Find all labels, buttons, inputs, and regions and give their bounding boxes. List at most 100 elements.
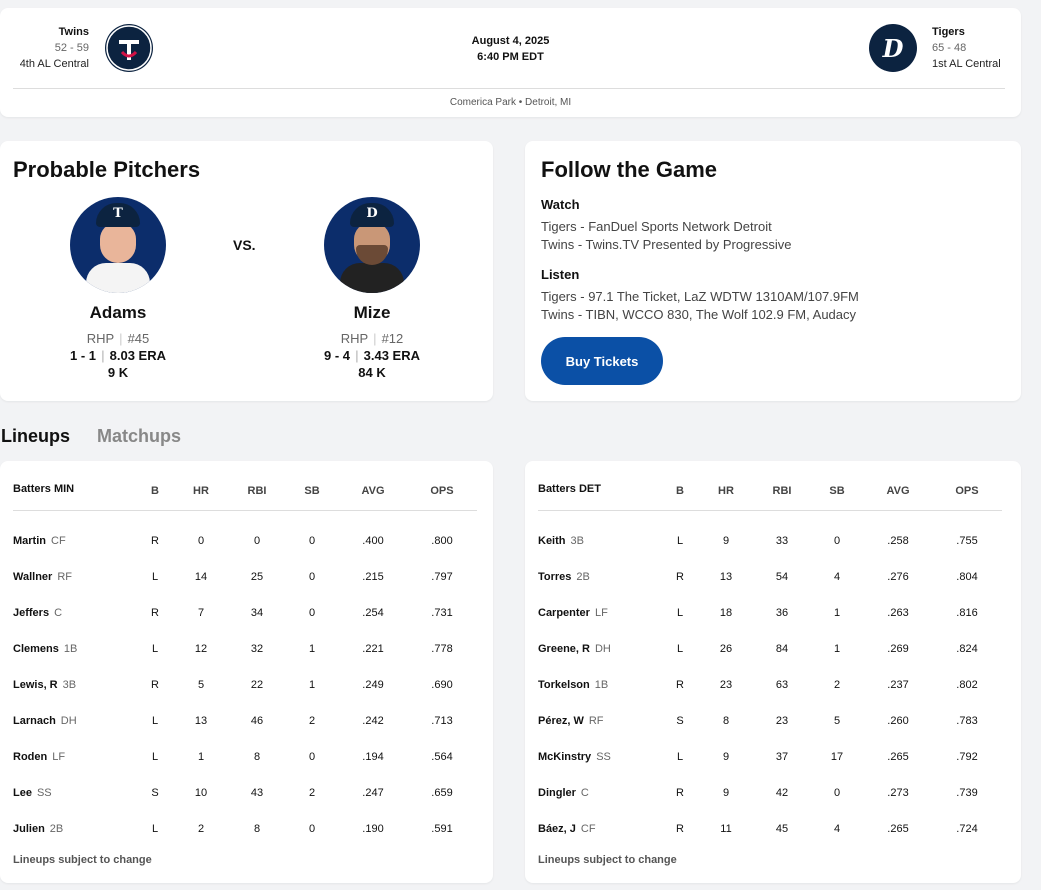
table-row[interactable]: Lee SS S 10 43 2.247.659 — [0, 787, 493, 807]
player-name[interactable]: Clemens 1B — [13, 643, 77, 655]
player-name-text[interactable]: McKinstry — [538, 751, 591, 763]
tab-lineups[interactable]: Lineups — [1, 426, 70, 447]
tab-matchups[interactable]: Matchups — [97, 426, 181, 447]
table-row[interactable]: Larnach DH L 13 46 2 .242 .713 — [0, 715, 493, 735]
stat-avg: .258 — [887, 535, 909, 547]
column-header-sb[interactable]: SB — [287, 485, 337, 497]
player-name-text[interactable]: Torres — [538, 571, 571, 583]
stat-hr: 9 — [722, 787, 730, 799]
player-name[interactable]: Torkelson 1B — [538, 679, 608, 691]
away-pitcher-headshot[interactable]: T — [70, 197, 166, 293]
player-name-text[interactable]: Dingler — [538, 787, 576, 799]
player-name[interactable]: Greene, R DH — [538, 643, 611, 655]
player-name-text[interactable]: Clemens — [13, 643, 59, 655]
home-team-info[interactable]: Tigers 65 - 48 1st AL Central — [932, 24, 1001, 72]
column-header-rbi[interactable]: RBI — [757, 485, 807, 497]
column-header-b[interactable]: B — [130, 485, 180, 497]
player-name-text[interactable]: Lewis, R — [13, 679, 58, 691]
stat-rbi: 22 — [250, 679, 264, 691]
table-row[interactable]: Julien 2B L 2 8 0 .190 .591 — [0, 823, 493, 843]
column-header-ops[interactable]: OPS — [942, 485, 992, 497]
stat-hr: 9 — [722, 751, 730, 763]
player-name[interactable]: Larnach DH — [13, 715, 77, 727]
stat-hr: 14 — [194, 571, 208, 583]
stat-ops: .804 — [956, 571, 978, 583]
column-header-avg[interactable]: AVG — [873, 485, 923, 497]
player-name[interactable]: Roden LF — [13, 751, 65, 763]
player-name-text[interactable]: Martin — [13, 535, 46, 547]
player-name[interactable]: Martin CF — [13, 535, 66, 547]
stat-b: R — [676, 571, 684, 583]
away-pitcher[interactable]: T Adams RHP | #45 1 - 1 | 8.03 ERA 9 K — [38, 197, 198, 380]
player-name[interactable]: Torres 2B — [538, 571, 590, 583]
player-name-text[interactable]: Pérez, W — [538, 715, 584, 727]
column-header-hr[interactable]: HR — [176, 485, 226, 497]
table-row[interactable]: Martin CF R 0 0 0 .400 .800 — [0, 535, 493, 555]
away-pitcher-name[interactable]: Adams — [38, 303, 198, 323]
player-name-text[interactable]: Julien — [13, 823, 45, 835]
player-name[interactable]: McKinstry SS — [538, 751, 611, 763]
player-name[interactable]: Báez, J CF — [538, 823, 596, 835]
player-name-text[interactable]: Larnach — [13, 715, 56, 727]
buy-tickets-button[interactable]: Buy Tickets — [541, 337, 663, 385]
stat-ops: .659 — [431, 787, 453, 799]
player-name-text[interactable]: Jeffers — [13, 607, 49, 619]
stat-hr: 1 — [197, 751, 205, 763]
table-row[interactable]: Báez, J CF R 11 45 4 .265 .724 — [525, 823, 1021, 843]
stat-sb: 2 — [308, 715, 316, 727]
player-name-text[interactable]: Carpenter — [538, 607, 590, 619]
player-name[interactable]: Keith 3B — [538, 535, 584, 547]
home-pitcher-headshot[interactable]: D — [324, 197, 420, 293]
away-pitcher-strikeouts: 9 K — [107, 365, 129, 380]
column-header-avg[interactable]: AVG — [348, 485, 398, 497]
table-row[interactable]: Carpenter LF L 18 36 1 .263 .816 — [525, 607, 1021, 627]
player-name[interactable]: Pérez, W RF — [538, 715, 604, 727]
player-name[interactable]: Lee SS — [13, 787, 52, 799]
player-name[interactable]: Lewis, R 3B — [13, 679, 76, 691]
table-row[interactable]: Pérez, W RF S 8 23 5 .260 .783 — [525, 715, 1021, 735]
table-row[interactable]: Jeffers C R 7 34 0 .254 .731 — [0, 607, 493, 627]
home-team-name: Tigers — [932, 26, 965, 38]
follow-title: Follow the Game — [541, 157, 718, 182]
player-name[interactable]: Dingler C — [538, 787, 589, 799]
table-row[interactable]: Roden LF L 1 8 0 .194 .564 — [0, 751, 493, 771]
player-name-text[interactable]: Lee — [13, 787, 32, 799]
column-header-hr[interactable]: HR — [701, 485, 751, 497]
column-header-ops[interactable]: OPS — [417, 485, 467, 497]
table-row[interactable]: McKinstry SS L 9 37 17 .265 .792 — [525, 751, 1021, 771]
stat-sb: 4 — [833, 823, 841, 835]
column-header-b[interactable]: B — [655, 485, 705, 497]
player-name-text[interactable]: Greene, R — [538, 643, 590, 655]
column-header-sb[interactable]: SB — [812, 485, 862, 497]
table-row[interactable]: Keith 3B L 9 33 0 .258 .755 — [525, 535, 1021, 555]
tigers-logo-icon[interactable]: D — [869, 24, 917, 72]
player-name-text[interactable]: Torkelson — [538, 679, 590, 691]
player-name[interactable]: Jeffers C — [13, 607, 62, 619]
table-row[interactable]: Greene, R DH L 26 84 1 .269 .824 — [525, 643, 1021, 663]
table-row[interactable]: Clemens 1B L 12 32 1 .221 .778 — [0, 643, 493, 663]
player-name[interactable]: Carpenter LF — [538, 607, 608, 619]
listen-item: Tigers - 97.1 The Ticket, LaZ WDTW 1310A… — [541, 289, 859, 304]
home-pitcher[interactable]: D Mize RHP | #12 9 - 4 | 3.43 ERA 84 K — [292, 197, 452, 380]
table-row[interactable]: Torres 2B R 13 54 4 .276 .804 — [525, 571, 1021, 591]
player-name[interactable]: Wallner RF — [13, 571, 72, 583]
column-header-rbi[interactable]: RBI — [232, 485, 282, 497]
player-position: DH — [594, 643, 611, 655]
stat-b: L — [151, 751, 159, 763]
table-row[interactable]: Wallner RF L 14 25 0 .215 .797 — [0, 571, 493, 591]
table-row[interactable]: Dingler C R 9 42 0 .273 .739 — [525, 787, 1021, 807]
player-name-text[interactable]: Wallner — [13, 571, 52, 583]
table-row[interactable]: Torkelson 1B R 23 63 2 .237 .802 — [525, 679, 1021, 699]
player-name[interactable]: Julien 2B — [13, 823, 63, 835]
probable-pitchers-title: Probable Pitchers — [13, 157, 201, 182]
player-name-text[interactable]: Roden — [13, 751, 47, 763]
player-name-text[interactable]: Keith — [538, 535, 566, 547]
stat-b: R — [676, 823, 684, 835]
table-header-divider — [13, 510, 477, 511]
table-row[interactable]: Lewis, R 3B R 5 22 1 .249 .690 — [0, 679, 493, 699]
player-name-text[interactable]: Báez, J — [538, 823, 576, 835]
listen-label: Listen — [541, 267, 580, 282]
stat-hr: 26 — [719, 643, 733, 655]
home-pitcher-name[interactable]: Mize — [292, 303, 452, 323]
player-position: 1B — [594, 679, 609, 691]
